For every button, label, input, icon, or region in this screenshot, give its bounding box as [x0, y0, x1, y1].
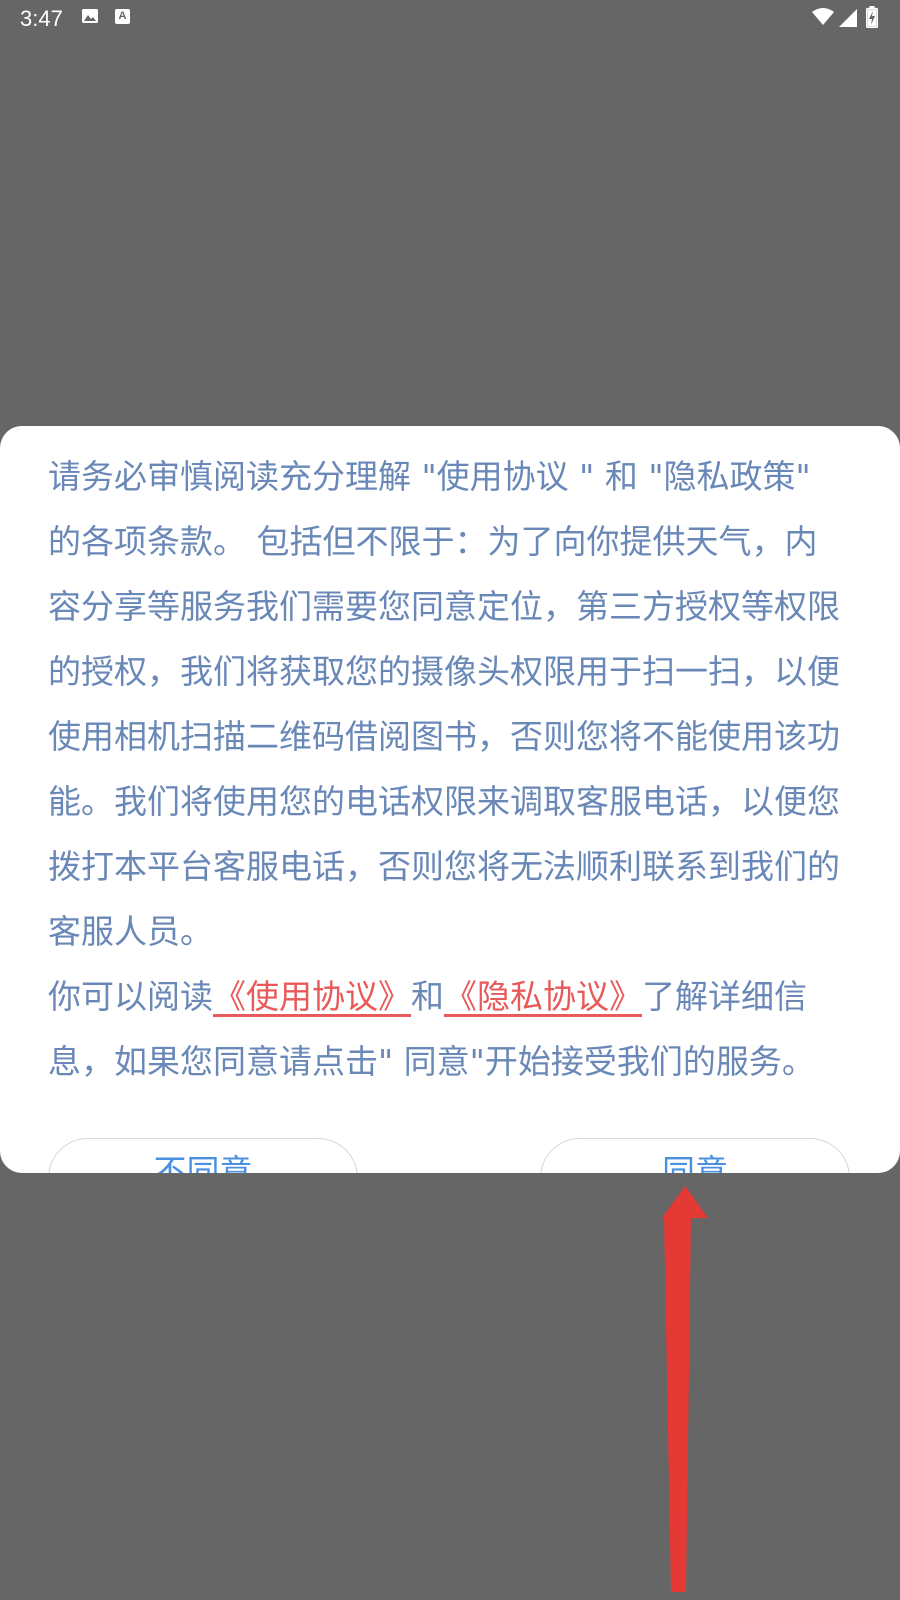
annotation-arrow [662, 1186, 708, 1592]
screen: 3:47 A 请务必审慎阅读充分理解 "使用协议 " 和 "隐私政策" 的各项条… [0, 0, 900, 1600]
